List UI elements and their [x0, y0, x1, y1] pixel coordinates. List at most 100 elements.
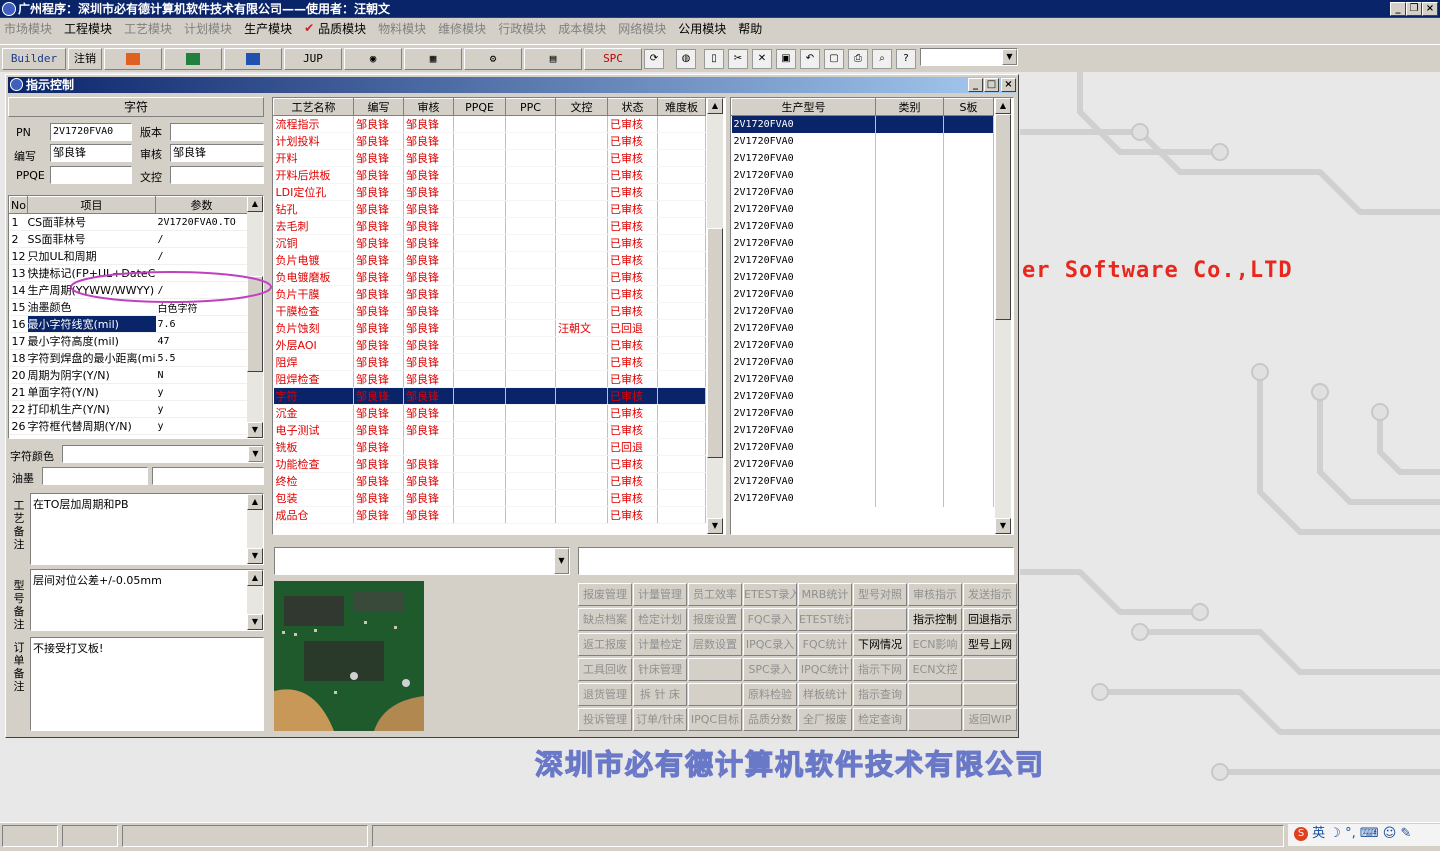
menu-item-12[interactable]: 帮助 [738, 20, 762, 37]
action-button[interactable] [963, 683, 1017, 706]
pn-field[interactable]: 2V1720FVA0 [50, 123, 132, 141]
action-button[interactable]: MRB统计 [798, 583, 852, 606]
process-row[interactable]: 阻焊检查 邹良锋 邹良锋 已审核 [273, 370, 706, 388]
process-row[interactable]: 成品仓 邹良锋 邹良锋 已审核 [273, 506, 706, 524]
action-button[interactable]: 审核指示 [908, 583, 962, 606]
action-button[interactable] [853, 608, 907, 631]
param-row[interactable]: 18 字符到焊盘的最小距离(mil) 5.5 [9, 349, 248, 367]
model-row[interactable]: 2V1720FVA0 [731, 302, 994, 320]
param-row[interactable]: 2 SS面菲林号 / [9, 230, 248, 248]
action-button[interactable]: 退货管理 [578, 683, 632, 706]
action-button[interactable]: 型号对照 [853, 583, 907, 606]
process-row[interactable]: 开料后烘板 邹良锋 邹良锋 已审核 [273, 166, 706, 184]
moon-icon[interactable]: ☽ [1329, 826, 1341, 841]
process-row[interactable]: 沉金 邹良锋 邹良锋 已审核 [273, 404, 706, 422]
action-button[interactable]: 原料检验 [743, 683, 797, 706]
minimize-button[interactable]: _ [1390, 2, 1406, 16]
lower-combo[interactable]: ▼ [274, 547, 570, 575]
menu-item-1[interactable]: 工程模块 [64, 20, 112, 37]
action-button[interactable]: 计量检定 [633, 633, 687, 656]
model-row[interactable]: 2V1720FVA0 [731, 421, 994, 439]
action-button[interactable]: ECN影响 [908, 633, 962, 656]
process-row[interactable]: 负电镀磨板 邹良锋 邹良锋 已审核 [273, 268, 706, 286]
action-button[interactable]: ECN文控 [908, 658, 962, 681]
scroll-down-icon[interactable]: ▼ [247, 422, 263, 438]
spc-button[interactable]: SPC [584, 48, 642, 70]
eye-button[interactable]: ◉ [344, 48, 402, 70]
ime-toolbar[interactable]: S 英 ☽ °, ⌨ ☺ ✎ [1288, 824, 1440, 846]
process-col[interactable]: 编写 [353, 98, 404, 116]
ink-field-2[interactable] [152, 467, 264, 485]
model-row[interactable]: 2V1720FVA0 [731, 387, 994, 405]
globe-icon[interactable]: ◍ [676, 49, 696, 69]
model-row[interactable]: 2V1720FVA0 [731, 183, 994, 201]
model-row[interactable]: 2V1720FVA0 [731, 353, 994, 371]
undo-icon[interactable]: ↶ [800, 49, 820, 69]
col-item[interactable]: 项目 [27, 196, 156, 214]
model-row[interactable]: 2V1720FVA0 [731, 200, 994, 218]
model-row[interactable]: 2V1720FVA0 [731, 455, 994, 473]
menu-item-3[interactable]: 计划模块 [184, 20, 232, 37]
builder-button[interactable]: Builder [2, 48, 66, 70]
model-row[interactable]: 2V1720FVA0 [731, 149, 994, 167]
toolbar-combo[interactable]: ▼ [920, 48, 1018, 66]
action-button[interactable]: ETEST录入 [743, 583, 797, 606]
review-field[interactable]: 邹良锋 [170, 144, 264, 162]
model-note-box[interactable]: 层间对位公差+/-0.05mm ▲ ▼ [30, 569, 264, 631]
action-button[interactable]: 型号上网 [963, 633, 1017, 656]
punct-icon[interactable]: °, [1345, 826, 1356, 841]
process-scrollbar[interactable]: ▲ ▼ [707, 98, 723, 534]
action-button[interactable]: IPQC目标 [688, 708, 742, 731]
process-col[interactable]: PPC [505, 98, 556, 116]
close-button[interactable]: × [1422, 2, 1438, 16]
action-button[interactable]: 返工报废 [578, 633, 632, 656]
model-row[interactable]: 2V1720FVA0 [731, 268, 994, 286]
lower-text-field[interactable] [578, 547, 1014, 575]
action-button[interactable]: 样板统计 [798, 683, 852, 706]
process-col[interactable]: 审核 [403, 98, 454, 116]
process-row[interactable]: 功能检查 邹良锋 邹良锋 已审核 [273, 455, 706, 473]
param-row[interactable]: 17 最小字符高度(mil) 47 [9, 332, 248, 350]
process-row[interactable]: 负片蚀刻 邹良锋 邹良锋 汪朝文 已回退 [273, 319, 706, 337]
powerpoint-button[interactable] [104, 48, 162, 70]
menu-item-8[interactable]: 行政模块 [498, 20, 546, 37]
model-row[interactable]: 2V1720FVA0 [731, 234, 994, 252]
menu-item-0[interactable]: 市场模块 [4, 20, 52, 37]
action-button[interactable]: FQC统计 [798, 633, 852, 656]
model-row[interactable]: 2V1720FVA0 [731, 438, 994, 456]
process-row[interactable]: 铣板 邹良锋 已回退 [273, 438, 706, 456]
param-scrollbar[interactable]: ▲ ▼ [247, 196, 263, 438]
printer-button[interactable]: ▤ [524, 48, 582, 70]
process-row[interactable]: 阻焊 邹良锋 邹良锋 已审核 [273, 353, 706, 371]
model-col[interactable]: S板 [943, 98, 994, 116]
param-row[interactable]: 22 打印机生产(Y/N) y [9, 400, 248, 418]
model-row[interactable]: 2V1720FVA0 [731, 115, 994, 133]
action-button[interactable]: 品质分数 [743, 708, 797, 731]
model-row[interactable]: 2V1720FVA0 [731, 489, 994, 507]
database-button[interactable]: ▦ [404, 48, 462, 70]
jup-button[interactable]: JUP [284, 48, 342, 70]
model-row[interactable]: 2V1720FVA0 [731, 472, 994, 490]
menu-item-6[interactable]: 物料模块 [378, 20, 426, 37]
menu-item-11[interactable]: 公用模块 [678, 20, 726, 37]
author-field[interactable]: 邹良锋 [50, 144, 132, 162]
action-button[interactable]: 报废设置 [688, 608, 742, 631]
process-row[interactable]: 负片电镀 邹良锋 邹良锋 已审核 [273, 251, 706, 269]
process-scroll-thumb[interactable] [707, 228, 723, 458]
process-row[interactable]: 流程指示 邹良锋 邹良锋 已审核 [273, 115, 706, 133]
action-button[interactable]: 订单/针床 [633, 708, 687, 731]
restore-button[interactable]: ❐ [1406, 2, 1422, 16]
process-col[interactable]: 难度板 [657, 98, 706, 116]
model-row[interactable]: 2V1720FVA0 [731, 132, 994, 150]
action-button[interactable]: 指示下网 [853, 658, 907, 681]
child-maximize-button[interactable]: □ [984, 78, 999, 92]
char-color-dropdown-icon[interactable]: ▼ [248, 446, 263, 462]
chevron-down-icon[interactable]: ▼ [1002, 49, 1017, 65]
delete-icon[interactable]: ✕ [752, 49, 772, 69]
char-color-combo[interactable] [62, 445, 264, 463]
process-scroll-up-icon[interactable]: ▲ [707, 98, 723, 114]
action-button[interactable]: 计量管理 [633, 583, 687, 606]
user-icon[interactable]: ☺ [1383, 826, 1397, 841]
process-row[interactable]: 字符 邹良锋 邹良锋 已审核 [273, 387, 706, 405]
process-scroll-down-icon[interactable]: ▼ [707, 518, 723, 534]
